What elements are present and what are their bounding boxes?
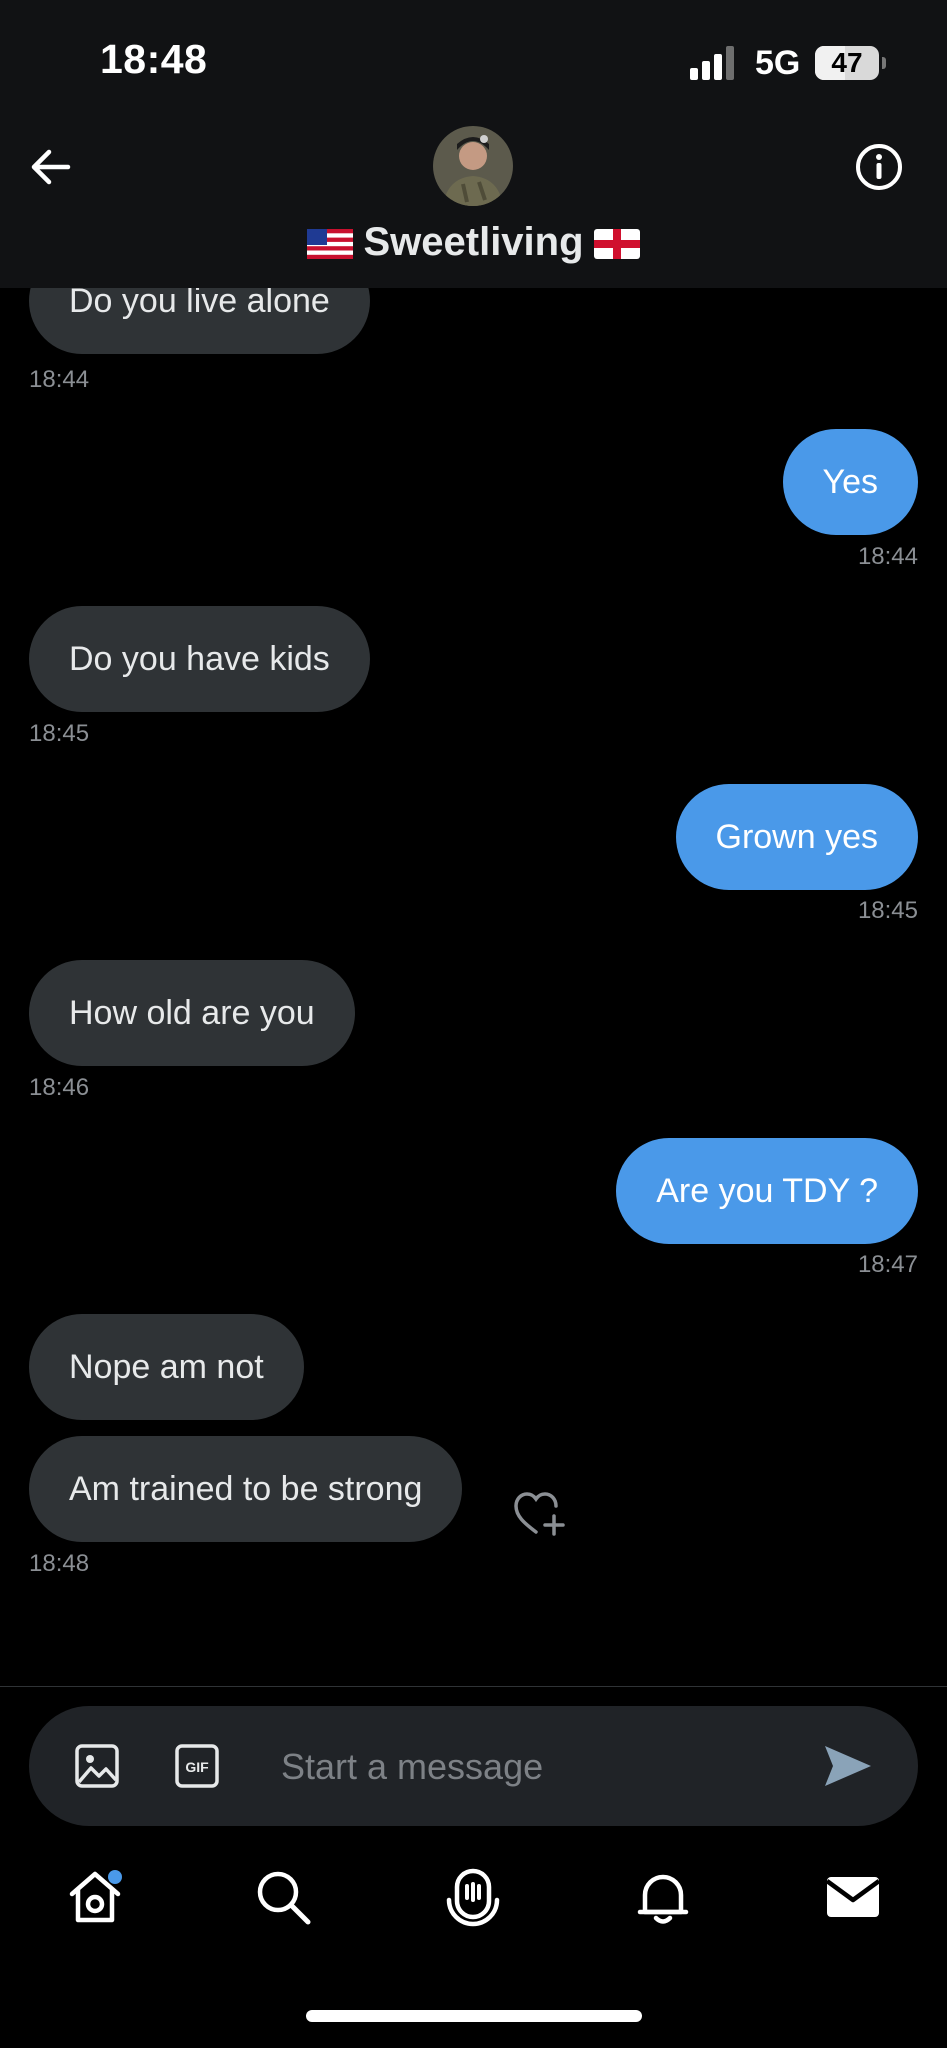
status-bar: 18:48 5G 47 [0,0,947,120]
message-bubble-incoming[interactable]: Do you live alone [29,288,370,354]
send-icon[interactable] [821,1742,875,1790]
search-icon[interactable] [252,1866,314,1928]
network-type: 5G [755,44,801,82]
bottom-navigation [0,1840,947,1960]
message-bubble-incoming[interactable]: Am trained to be strong [29,1436,463,1542]
message-composer: GIF [29,1706,918,1826]
message-bubble-outgoing[interactable]: Grown yes [675,784,918,890]
message-timestamp: 18:48 [29,1550,90,1577]
home-notification-dot [108,1870,122,1884]
message-bubble-incoming[interactable]: Nope am not [29,1314,304,1420]
us-flag-icon [307,229,354,260]
message-bubble-outgoing[interactable]: Are you TDY ? [616,1138,918,1244]
battery-level: 47 [831,47,863,78]
message-input[interactable] [279,1738,803,1796]
info-icon[interactable] [852,140,906,194]
message-timestamp: 18:44 [29,366,90,393]
message-bubble-outgoing[interactable]: Yes [782,429,918,535]
message-timestamp: 18:44 [857,543,918,570]
battery-icon: 47 [815,46,879,80]
conversation-header: Sweetliving [0,120,947,288]
avatar[interactable] [433,126,513,206]
back-arrow-icon[interactable] [24,140,78,194]
message-timestamp: 18:45 [857,897,918,924]
england-flag-icon [593,229,640,260]
composer-divider [0,1686,947,1687]
home-indicator[interactable] [306,2010,642,2022]
image-icon[interactable] [73,1742,121,1790]
notifications-icon[interactable] [632,1866,694,1928]
message-timestamp: 18:47 [857,1251,918,1278]
status-time: 18:48 [100,36,208,82]
message-timestamp: 18:45 [29,720,90,747]
message-timestamp: 18:46 [29,1074,90,1101]
spaces-icon[interactable] [442,1866,504,1928]
messages-icon[interactable] [822,1866,884,1928]
gif-label: GIF [185,1759,209,1775]
message-bubble-incoming[interactable]: Do you have kids [29,606,370,712]
battery-tip [882,57,886,69]
gif-icon[interactable]: GIF [173,1742,221,1790]
contact-name: Sweetliving [363,220,584,264]
message-thread[interactable]: Do you live alone 18:44 Yes 18:44 Do you… [0,288,947,1686]
add-reaction-icon[interactable] [512,1490,568,1538]
message-bubble-incoming[interactable]: How old are you [29,960,355,1066]
contact-name-row[interactable]: Sweetliving [0,220,947,265]
signal-icon [690,46,734,80]
